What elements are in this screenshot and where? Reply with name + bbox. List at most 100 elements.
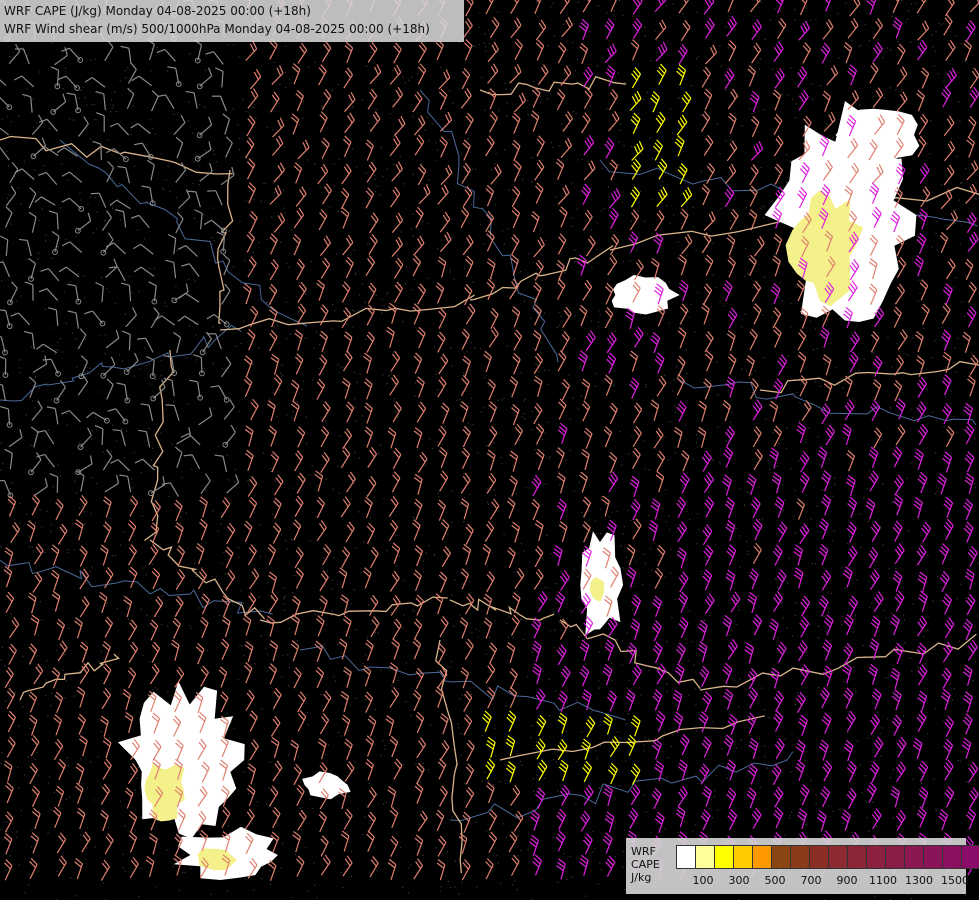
terrain-dot — [288, 78, 290, 80]
barb-staff — [751, 49, 762, 64]
wind-barb — [968, 116, 977, 138]
wind-barb — [965, 20, 976, 42]
terrain-dot — [620, 123, 622, 126]
barb-staff — [297, 147, 310, 160]
terrain-dot — [585, 220, 587, 222]
terrain-dot — [746, 491, 748, 493]
terrain-dot — [320, 693, 322, 695]
terrain-dot — [841, 624, 843, 626]
barb-staff — [42, 343, 58, 354]
barb-flag — [62, 93, 67, 103]
terrain-dot — [721, 748, 723, 750]
terrain-dot — [896, 693, 898, 696]
terrain-dot — [554, 690, 556, 692]
terrain-dot — [524, 398, 526, 400]
barb-flag — [185, 90, 195, 94]
terrain-dot — [695, 442, 698, 444]
terrain-dot — [55, 349, 57, 351]
terrain-dot — [576, 760, 578, 762]
terrain-dot — [956, 598, 958, 600]
wind-barb — [133, 142, 154, 160]
terrain-dot — [94, 196, 96, 198]
terrain-dot — [520, 618, 522, 620]
barb-staff — [532, 92, 541, 108]
terrain-dot — [552, 146, 554, 149]
barb-flag — [11, 162, 19, 170]
terrain-dot — [309, 798, 311, 800]
wind-barb — [8, 43, 21, 65]
wind-barb — [943, 14, 953, 36]
terrain-dot — [764, 276, 766, 278]
terrain-dot — [549, 630, 551, 632]
barb-flag — [225, 136, 233, 144]
terrain-dot — [363, 541, 365, 543]
terrain-dot — [942, 23, 944, 25]
terrain-dot — [805, 651, 808, 653]
terrain-dot — [100, 335, 102, 337]
barb-staff — [366, 338, 375, 353]
terrain-dot — [786, 181, 788, 183]
terrain-dot — [324, 420, 327, 422]
terrain-dot — [912, 778, 914, 781]
barb-staff — [271, 72, 284, 86]
terrain-dot — [477, 452, 479, 454]
terrain-dot — [817, 686, 820, 688]
terrain-dot — [960, 583, 962, 585]
terrain-dot — [565, 730, 567, 732]
barb-staff — [116, 199, 131, 210]
barb-staff — [585, 242, 596, 257]
terrain-dot — [127, 67, 129, 69]
terrain-dot — [0, 659, 2, 661]
wind-barb — [703, 88, 713, 110]
terrain-dot — [69, 796, 71, 798]
wind-barb — [967, 231, 979, 252]
wind-barb — [750, 115, 760, 138]
barb-flag — [173, 332, 181, 338]
barb-staff — [322, 190, 332, 205]
wind-barb — [67, 283, 82, 305]
terrain-dot — [104, 334, 107, 336]
wind-barb — [632, 0, 643, 15]
terrain-dot — [487, 501, 489, 503]
terrain-dot — [776, 244, 778, 246]
terrain-dot — [686, 255, 688, 257]
barb-staff — [965, 191, 977, 204]
terrain-dot — [874, 895, 876, 897]
terrain-dot — [148, 362, 150, 365]
terrain-dot — [287, 654, 289, 656]
terrain-dot — [64, 697, 66, 699]
terrain-dot — [669, 421, 671, 423]
terrain-dot — [486, 565, 488, 567]
terrain-dot — [97, 756, 99, 758]
terrain-dot — [727, 68, 729, 70]
terrain-dot — [392, 69, 394, 71]
terrain-dot — [672, 132, 674, 134]
terrain-dot — [955, 277, 957, 279]
terrain-dot — [790, 302, 792, 304]
terrain-dot — [781, 300, 783, 302]
terrain-dot — [437, 492, 439, 494]
terrain-dot — [366, 804, 368, 806]
barb-staff — [246, 164, 256, 180]
barb-flag — [28, 211, 37, 218]
terrain-dot — [731, 411, 733, 414]
terrain-dot — [188, 325, 191, 327]
terrain-dot — [562, 764, 565, 766]
terrain-dot — [146, 614, 148, 616]
terrain-dot — [212, 326, 214, 328]
terrain-dot — [84, 858, 87, 860]
terrain-dot — [278, 760, 280, 763]
terrain-dot — [154, 378, 156, 380]
terrain-dot — [343, 366, 345, 368]
terrain-dot — [19, 372, 21, 374]
barb-staff — [28, 193, 37, 209]
terrain-dot — [677, 831, 679, 833]
cape-area — [611, 275, 680, 315]
wind-barb — [514, 38, 523, 60]
terrain-dot — [553, 836, 555, 838]
terrain-dot — [313, 347, 315, 349]
wind-barb — [654, 210, 665, 232]
border-line — [699, 633, 977, 691]
wind-barb — [513, 160, 522, 182]
wind-barb — [292, 234, 302, 256]
